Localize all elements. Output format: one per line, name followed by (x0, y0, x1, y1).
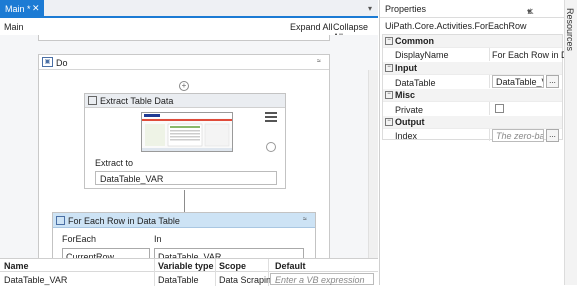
resources-side-tab[interactable]: Resources (564, 0, 577, 285)
do-sequence[interactable]: ▣ Do ≈ + Extract Table Data Extract to D… (38, 54, 330, 258)
activity-type-label: UiPath.Core.Activities.ForEachRow (385, 21, 527, 31)
foreach-label: ForEach (62, 234, 97, 244)
table-row[interactable]: DataTable_VAR DataTable Data Scraping En… (0, 273, 378, 286)
designer-toolbar: Main Expand All Collapse All (0, 18, 378, 42)
close-icon[interactable]: ✕ (527, 7, 538, 16)
category-common[interactable]: − Common (383, 35, 562, 47)
category-label: Output (395, 117, 425, 127)
variable-scope[interactable]: Data Scraping (219, 275, 276, 285)
previous-activity[interactable] (38, 35, 330, 41)
property-row-displayname[interactable]: DisplayName For Each Row in D (383, 47, 568, 61)
ellipsis-button[interactable]: ... (546, 129, 559, 142)
extract-table-title: Extract Table Data (100, 96, 174, 106)
collapse-toggle-icon[interactable]: − (385, 37, 393, 45)
category-input[interactable]: − Input (383, 62, 562, 74)
extract-table-data-activity[interactable]: Extract Table Data Extract to DataTable_… (84, 93, 286, 189)
variables-header-row: Name Variable type Scope Default (0, 259, 378, 272)
properties-title: Properties (385, 4, 427, 14)
col-type-header[interactable]: Variable type (158, 261, 214, 271)
resources-label: Resources (565, 8, 575, 52)
variable-name[interactable]: DataTable_VAR (4, 275, 67, 285)
vertical-scrollbar[interactable] (368, 70, 378, 258)
collapse-toggle-icon[interactable]: − (385, 64, 393, 72)
for-each-header: For Each Row in Data Table ≈ (53, 213, 315, 228)
tab-main[interactable]: Main * ✕ (0, 0, 44, 18)
variable-default-input[interactable]: Enter a VB expression (270, 273, 374, 285)
in-collection-field[interactable]: DataTable_VAR (154, 248, 304, 258)
extract-table-header: Extract Table Data (85, 94, 285, 108)
displayname-value[interactable]: For Each Row in D (492, 50, 568, 60)
for-each-title: For Each Row in Data Table (68, 216, 180, 226)
activity-type: UiPath.Core.Activities.ForEachRow (380, 18, 565, 34)
in-label: In (154, 234, 162, 244)
sequence-icon: ▣ (42, 57, 53, 67)
do-sequence-title: Do (56, 58, 68, 68)
extract-to-field[interactable]: DataTable_VAR (95, 171, 277, 185)
breadcrumb[interactable]: Main (4, 22, 24, 32)
col-default-header[interactable]: Default (275, 261, 306, 271)
property-label: DataTable (395, 78, 436, 88)
workflow-canvas[interactable]: ▣ Do ≈ + Extract Table Data Extract to D… (0, 35, 378, 258)
property-label: DisplayName (395, 50, 449, 60)
column-divider (489, 75, 490, 88)
variables-panel: Name Variable type Scope Default DataTab… (0, 258, 378, 286)
document-tab-bar: Main * ✕ ▾ (0, 0, 378, 18)
col-name-header[interactable]: Name (4, 261, 29, 271)
add-activity-icon[interactable]: + (179, 81, 189, 91)
property-row-index[interactable]: Index The zero-bas ... (383, 128, 562, 142)
property-grid: − Common DisplayName For Each Row in D −… (382, 34, 568, 142)
menu-icon[interactable] (265, 112, 277, 122)
foreach-item-field[interactable]: CurrentRow (62, 248, 150, 258)
column-divider (489, 48, 490, 61)
category-output[interactable]: − Output (383, 116, 562, 128)
private-checkbox[interactable] (495, 104, 504, 113)
tab-menu-chevron-down-icon[interactable]: ▾ (368, 4, 372, 13)
column-divider (489, 129, 490, 141)
column-divider (489, 102, 490, 115)
category-label: Misc (395, 90, 416, 100)
category-misc[interactable]: − Misc (383, 89, 562, 101)
variable-type[interactable]: DataTable (158, 275, 199, 285)
property-row-private[interactable]: Private (383, 101, 562, 115)
property-label: Index (395, 131, 418, 141)
property-label: Private (395, 105, 424, 115)
datatable-input[interactable]: DataTable_VAR (492, 75, 544, 88)
collapse-toggle-icon[interactable]: − (385, 118, 393, 126)
indicate-target-icon[interactable] (266, 142, 276, 152)
table-icon (88, 96, 97, 105)
collapse-toggle-icon[interactable]: − (385, 91, 393, 99)
close-icon[interactable]: ✕ (32, 3, 40, 14)
loop-icon (56, 216, 65, 225)
properties-title-bar: Properties ▾ ⊥ ✕ (380, 0, 565, 18)
expand-all-link[interactable]: Expand All (290, 22, 333, 32)
category-label: Input (395, 63, 417, 73)
category-label: Common (395, 36, 434, 46)
screenshot-thumbnail[interactable] (141, 112, 233, 152)
extract-to-label: Extract to (95, 158, 134, 168)
tab-main-label: Main * (5, 4, 31, 14)
index-input[interactable]: The zero-bas (492, 129, 544, 142)
for-each-row-activity[interactable]: For Each Row in Data Table ≈ ForEach In … (52, 212, 316, 258)
do-sequence-header: ▣ Do ≈ (39, 55, 329, 70)
ellipsis-button[interactable]: ... (546, 75, 559, 88)
thumbnail-image (142, 113, 232, 151)
collapse-chevron-icon[interactable]: ≈ (317, 58, 321, 65)
property-row-datatable[interactable]: DataTable DataTable_VAR ... (383, 74, 562, 88)
collapse-chevron-icon[interactable]: ≈ (303, 216, 307, 223)
col-scope-header[interactable]: Scope (219, 261, 246, 271)
properties-panel: Properties ▾ ⊥ ✕ UiPath.Core.Activities.Fo… (379, 0, 568, 285)
